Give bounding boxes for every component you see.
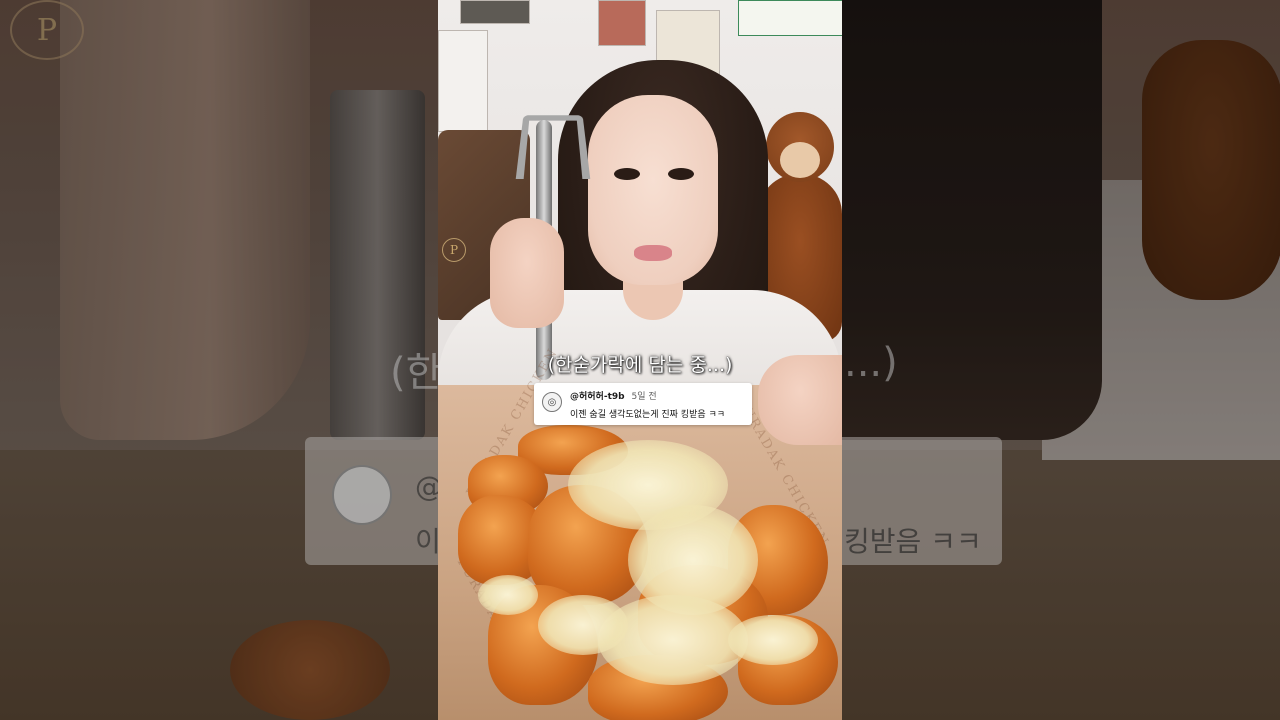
comment-handle: @허허허-t9b (570, 392, 625, 402)
eye (668, 168, 694, 180)
comment-text: 이젠 숨길 생각도없는게 진짜 킹받음 ㅋㅋ (570, 410, 726, 420)
bag-logo: P (442, 238, 466, 262)
comment-time: 5일 전 (631, 392, 657, 402)
wall-poster (738, 0, 842, 36)
video-caption: (한숟가락에 담는 중...) (547, 354, 733, 376)
blurred-backdrop-left: P (한 @ 이 (0, 0, 438, 720)
shorts-player[interactable]: P (한 @ 이 ...) 킹받음 ㅋㅋ P (0, 0, 1280, 720)
person-hand (490, 218, 564, 328)
comment-reply-card: ◎ @허허허-t9b 5일 전 이젠 숨길 생각도없는게 진짜 킹받음 ㅋㅋ (534, 383, 752, 425)
wall-poster (460, 0, 530, 24)
lips (634, 245, 672, 261)
blurred-backdrop-right: ...) 킹받음 ㅋㅋ (842, 0, 1280, 720)
video-frame[interactable]: P PURADAK CHICKEN PURADAK CHICKEN PURADA… (438, 0, 842, 720)
person-face (588, 95, 718, 285)
eye (614, 168, 640, 180)
wall-poster (438, 30, 488, 132)
user-avatar: ◎ (542, 392, 562, 412)
wall-poster (598, 0, 646, 46)
fried-chicken (458, 425, 838, 720)
